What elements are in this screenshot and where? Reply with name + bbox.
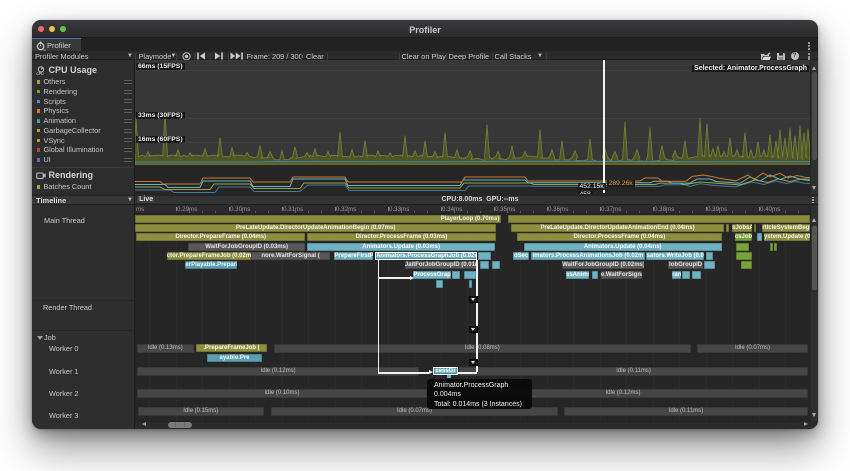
svg-text:CPU: CPU [36, 72, 44, 75]
svg-text:q: q [43, 46, 45, 50]
